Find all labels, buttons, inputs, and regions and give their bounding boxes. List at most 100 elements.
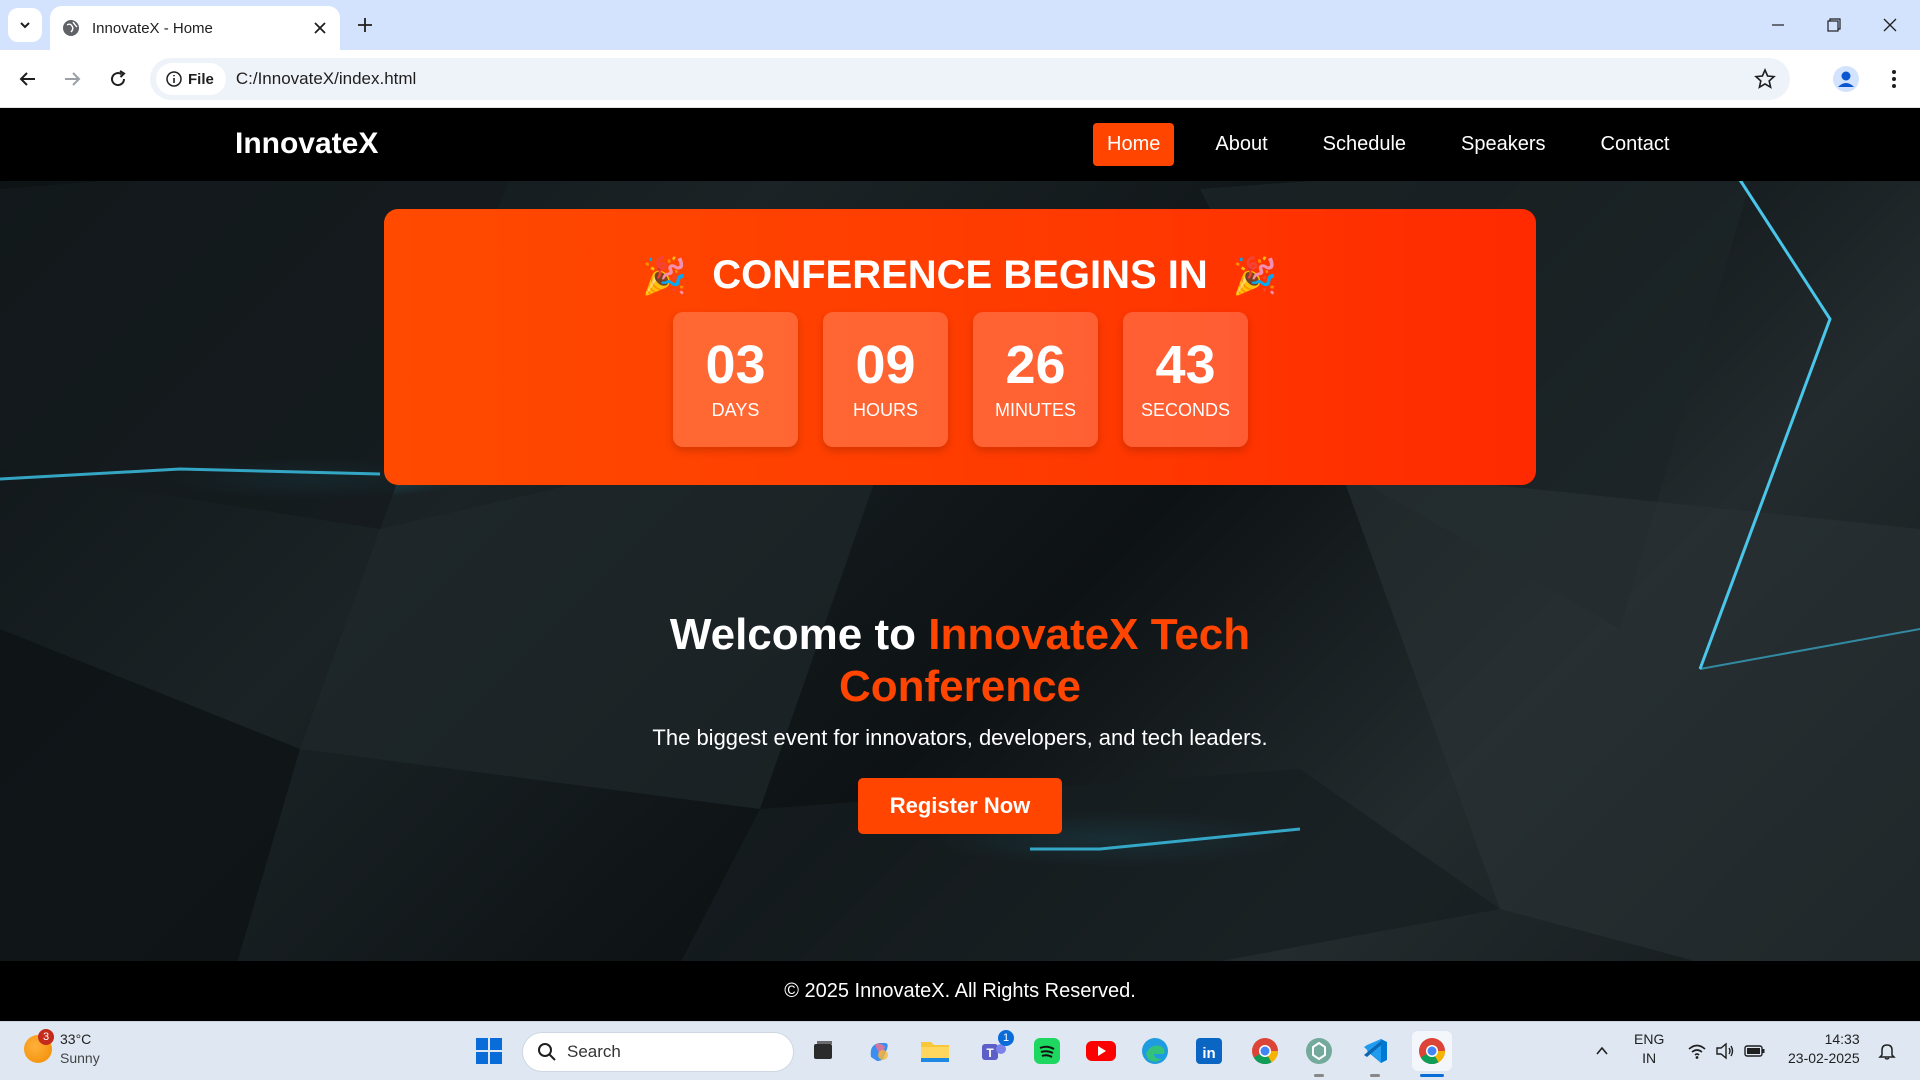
battery-icon[interactable] xyxy=(1738,1034,1772,1068)
edge-icon[interactable] xyxy=(1138,1034,1172,1068)
chrome-active-icon[interactable] xyxy=(1412,1031,1452,1071)
plus-icon xyxy=(358,18,372,32)
language-line2: IN xyxy=(1642,1050,1657,1066)
countdown-title-text: CONFERENCE BEGINS IN xyxy=(712,253,1208,297)
site-chip-label: File xyxy=(188,70,214,88)
new-tab-button[interactable] xyxy=(352,12,378,38)
weather-badge: 3 xyxy=(38,1029,54,1045)
chatgpt-icon[interactable] xyxy=(1302,1034,1336,1068)
reload-icon xyxy=(111,70,126,87)
weather-widget[interactable]: 3 33°C Sunny xyxy=(24,1029,100,1068)
active-app-indicator xyxy=(1420,1074,1444,1077)
minimize-button[interactable] xyxy=(1750,0,1806,50)
close-tab-icon[interactable] xyxy=(312,20,328,36)
site-info-chip[interactable]: File xyxy=(156,63,226,95)
clock[interactable]: 14:33 23-02-2025 xyxy=(1788,1030,1860,1068)
copilot-icon[interactable] xyxy=(862,1034,896,1068)
nav-link-speakers[interactable]: Speakers xyxy=(1447,123,1560,166)
site-logo[interactable]: InnovateX xyxy=(235,127,378,161)
countdown-seconds-label: SECONDS xyxy=(1140,400,1230,420)
countdown-minutes-value: 26 xyxy=(1005,335,1066,395)
show-hidden-icons-button[interactable] xyxy=(1585,1034,1619,1068)
info-icon xyxy=(166,71,182,87)
hero-heading: Welcome to InnovateX Tech Conference xyxy=(560,609,1360,713)
close-window-button[interactable] xyxy=(1862,0,1918,50)
profile-avatar-icon[interactable] xyxy=(1832,65,1860,93)
language-line1: ENG xyxy=(1634,1031,1665,1047)
windows-taskbar: 3 33°C Sunny Search T 1 in ENG IN 14:33 … xyxy=(0,1021,1920,1080)
sun-icon: 3 xyxy=(24,1029,54,1063)
countdown-days: 03 DAYS xyxy=(673,312,798,447)
chevron-down-icon xyxy=(20,22,30,29)
party-popper-icon: 🎉 xyxy=(1232,255,1278,296)
url-text[interactable]: C:/InnovateX/index.html xyxy=(236,69,416,89)
countdown-title: 🎉 CONFERENCE BEGINS IN 🎉 xyxy=(384,253,1536,298)
nav-link-home[interactable]: Home xyxy=(1093,123,1175,166)
more-vertical-icon xyxy=(1892,70,1896,88)
running-indicator xyxy=(1314,1074,1324,1077)
weather-condition: Sunny xyxy=(60,1050,100,1066)
weather-temp: 33°C xyxy=(60,1031,92,1047)
arrow-right-icon xyxy=(65,72,81,86)
bookmark-star-icon[interactable] xyxy=(1754,68,1776,90)
nav-link-about[interactable]: About xyxy=(1201,123,1281,166)
close-icon xyxy=(1883,18,1897,32)
minimize-icon xyxy=(1772,24,1784,26)
countdown-minutes-label: MINUTES xyxy=(995,400,1076,420)
restore-button[interactable] xyxy=(1806,0,1862,50)
countdown-hours-value: 09 xyxy=(855,335,916,395)
globe-icon xyxy=(63,20,79,36)
hero-subtitle: The biggest event for innovators, develo… xyxy=(652,725,1268,750)
svg-text:in: in xyxy=(1202,1045,1215,1062)
countdown-banner: 🎉 CONFERENCE BEGINS IN 🎉 03 DAYS 09 HOUR… xyxy=(384,209,1536,485)
spotify-icon[interactable] xyxy=(1030,1034,1064,1068)
browser-tab[interactable]: InnovateX - Home xyxy=(50,6,340,50)
restore-icon xyxy=(1827,18,1841,32)
clock-time: 14:33 xyxy=(1824,1031,1860,1047)
address-bar[interactable]: File C:/InnovateX/index.html xyxy=(150,58,1790,100)
nav-link-schedule[interactable]: Schedule xyxy=(1309,123,1420,166)
countdown-hours-label: HOURS xyxy=(852,400,918,420)
web-page: InnovateX Home About Schedule Speakers C… xyxy=(0,109,1920,1021)
site-footer: © 2025 InnovateX. All Rights Reserved. xyxy=(0,961,1920,1021)
browser-toolbar: File C:/InnovateX/index.html xyxy=(0,50,1920,108)
chrome-icon[interactable] xyxy=(1248,1034,1282,1068)
running-indicator xyxy=(1370,1074,1380,1077)
party-popper-icon: 🎉 xyxy=(642,255,688,296)
tab-search-button[interactable] xyxy=(8,8,42,42)
forward-button[interactable] xyxy=(56,63,88,95)
countdown-hours: 09 HOURS xyxy=(823,312,948,447)
notifications-bell-icon[interactable] xyxy=(1870,1034,1904,1068)
countdown-seconds-value: 43 xyxy=(1155,335,1216,395)
file-explorer-icon[interactable] xyxy=(918,1034,952,1068)
site-navbar: InnovateX Home About Schedule Speakers C… xyxy=(0,109,1920,181)
start-icon[interactable] xyxy=(472,1034,506,1068)
clock-date: 23-02-2025 xyxy=(1788,1050,1860,1066)
browser-tab-strip: InnovateX - Home xyxy=(0,0,1920,50)
countdown-seconds: 43 SECONDS xyxy=(1123,312,1248,447)
hero-heading-plain: Welcome to xyxy=(669,610,929,659)
nav-links: Home About Schedule Speakers Contact xyxy=(1093,123,1710,166)
teams-badge: 1 xyxy=(998,1030,1014,1046)
browser-menu-button[interactable] xyxy=(1880,65,1908,93)
arrow-left-icon xyxy=(19,72,35,86)
reload-button[interactable] xyxy=(102,63,134,95)
countdown-days-value: 03 xyxy=(705,335,766,395)
taskbar-search[interactable]: Search xyxy=(522,1032,794,1072)
svg-text:T: T xyxy=(986,1046,994,1060)
youtube-icon[interactable] xyxy=(1084,1034,1118,1068)
task-view-icon[interactable] xyxy=(806,1034,840,1068)
taskbar-search-placeholder: Search xyxy=(567,1042,621,1061)
register-now-button[interactable]: Register Now xyxy=(858,778,1062,834)
language-indicator[interactable]: ENG IN xyxy=(1634,1030,1664,1068)
countdown-days-label: DAYS xyxy=(711,400,760,420)
hero-section: Welcome to InnovateX Tech Conference The… xyxy=(560,609,1360,751)
linkedin-icon[interactable]: in xyxy=(1192,1034,1226,1068)
vscode-icon[interactable] xyxy=(1358,1034,1392,1068)
search-icon xyxy=(538,1043,556,1061)
nav-link-contact[interactable]: Contact xyxy=(1587,123,1684,166)
volume-icon[interactable] xyxy=(1708,1034,1742,1068)
teams-icon[interactable]: T 1 xyxy=(976,1030,1014,1068)
back-button[interactable] xyxy=(12,63,44,95)
footer-copyright: © 2025 InnovateX. All Rights Reserved. xyxy=(784,979,1136,1002)
